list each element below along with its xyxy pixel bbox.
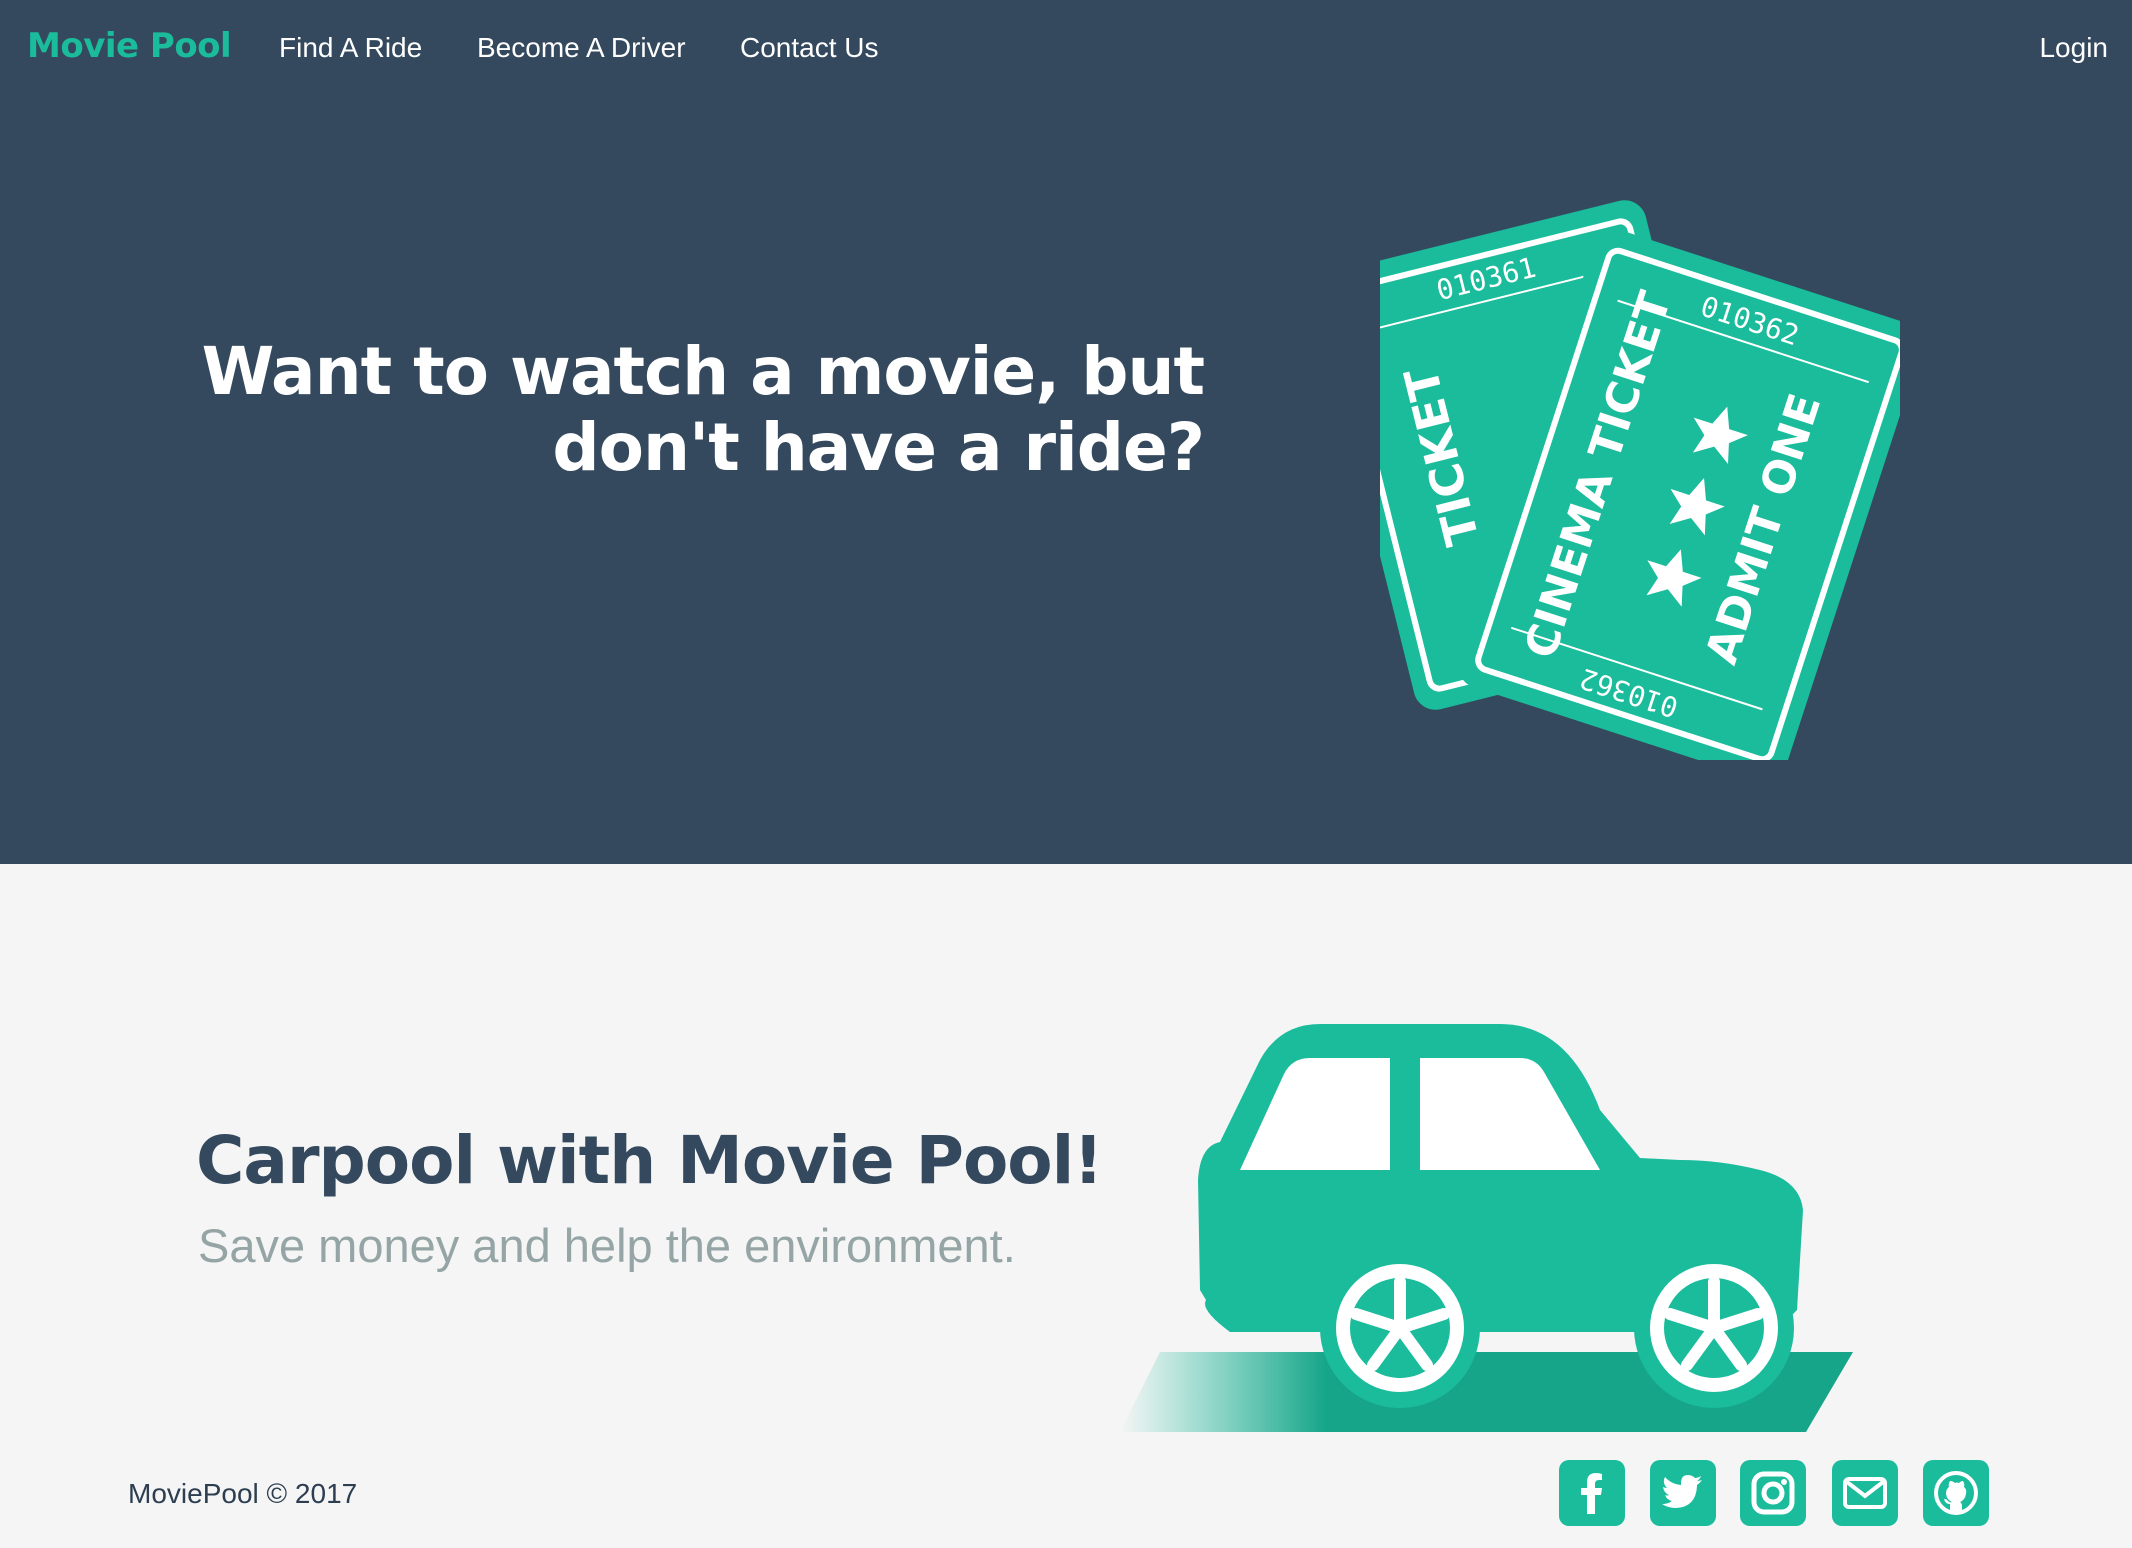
twitter-link[interactable] bbox=[1650, 1460, 1716, 1526]
twitter-icon bbox=[1662, 1475, 1702, 1508]
nav-link-find-a-ride[interactable]: Find A Ride bbox=[279, 32, 422, 64]
github-link[interactable] bbox=[1923, 1460, 1989, 1526]
facebook-link[interactable] bbox=[1559, 1460, 1625, 1526]
hero-title-line-1: Want to watch a movie, but bbox=[201, 333, 1205, 410]
nav-link-become-a-driver[interactable]: Become A Driver bbox=[477, 32, 686, 64]
brand-logo[interactable]: Movie Pool bbox=[27, 26, 232, 66]
hero-section: Movie Pool Find A Ride Become A Driver C… bbox=[0, 0, 2132, 864]
email-icon bbox=[1843, 1477, 1887, 1509]
nav-link-contact-us[interactable]: Contact Us bbox=[740, 32, 879, 64]
login-link[interactable]: Login bbox=[2039, 32, 2108, 64]
instagram-link[interactable] bbox=[1740, 1460, 1806, 1526]
facebook-icon bbox=[1581, 1473, 1602, 1514]
top-navbar: Movie Pool Find A Ride Become A Driver C… bbox=[0, 0, 2132, 100]
instagram-icon bbox=[1751, 1471, 1795, 1515]
car-wheel-rear bbox=[1634, 1248, 1794, 1408]
footer-copyright: MoviePool © 2017 bbox=[128, 1478, 358, 1509]
hero-title-line-2: don't have a ride? bbox=[552, 409, 1205, 486]
car-illustration bbox=[1120, 1024, 1853, 1432]
car-wheel-front bbox=[1320, 1248, 1480, 1408]
github-icon bbox=[1934, 1471, 1978, 1515]
email-link[interactable] bbox=[1832, 1460, 1898, 1526]
promo-subtitle: Save money and help the environment. bbox=[198, 1219, 1016, 1272]
promo-title: Carpool with Movie Pool! bbox=[196, 1122, 1103, 1199]
hero-title: Want to watch a movie, but don't have a … bbox=[104, 333, 1205, 486]
cinema-tickets-illustration: 010361 TICKET 010362 010362 CINEMA TICKE… bbox=[1380, 200, 1900, 760]
